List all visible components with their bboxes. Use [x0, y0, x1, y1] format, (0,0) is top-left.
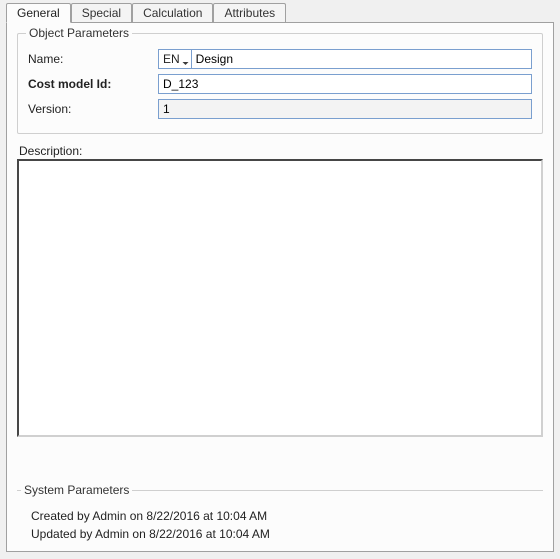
name-input[interactable]: [191, 49, 532, 69]
tab-calculation[interactable]: Calculation: [132, 3, 213, 22]
tab-bar: General Special Calculation Attributes: [6, 2, 554, 22]
label-description: Description:: [17, 144, 543, 159]
system-parameters-title: System Parameters: [21, 483, 132, 497]
field-version: [158, 99, 532, 119]
tab-panel-general: Object Parameters Name: EN Cost model Id…: [6, 22, 554, 552]
chevron-down-icon: [182, 56, 189, 63]
field-name: EN: [158, 49, 532, 69]
label-name: Name:: [28, 52, 158, 66]
row-version: Version:: [28, 98, 532, 120]
system-parameters-group: System Parameters Created by Admin on 8/…: [17, 490, 543, 543]
description-textarea[interactable]: [17, 159, 543, 437]
field-cost-model: [158, 74, 532, 94]
row-cost-model: Cost model Id:: [28, 73, 532, 95]
cost-model-input[interactable]: [158, 74, 532, 94]
row-name: Name: EN: [28, 48, 532, 70]
language-select[interactable]: EN: [158, 49, 191, 69]
tab-general[interactable]: General: [6, 3, 71, 23]
language-code: EN: [163, 52, 180, 66]
created-by-text: Created by Admin on 8/22/2016 at 10:04 A…: [17, 507, 543, 525]
label-cost-model: Cost model Id:: [28, 77, 158, 91]
label-version: Version:: [28, 102, 158, 116]
object-parameters-group: Object Parameters Name: EN Cost model Id…: [17, 33, 543, 134]
object-parameters-title: Object Parameters: [26, 26, 132, 40]
updated-by-text: Updated by Admin on 8/22/2016 at 10:04 A…: [17, 525, 543, 543]
description-section: Description:: [17, 144, 543, 440]
properties-window: General Special Calculation Attributes O…: [0, 0, 560, 559]
tab-special[interactable]: Special: [71, 3, 132, 22]
version-input: [158, 99, 532, 119]
tab-attributes[interactable]: Attributes: [213, 3, 286, 22]
